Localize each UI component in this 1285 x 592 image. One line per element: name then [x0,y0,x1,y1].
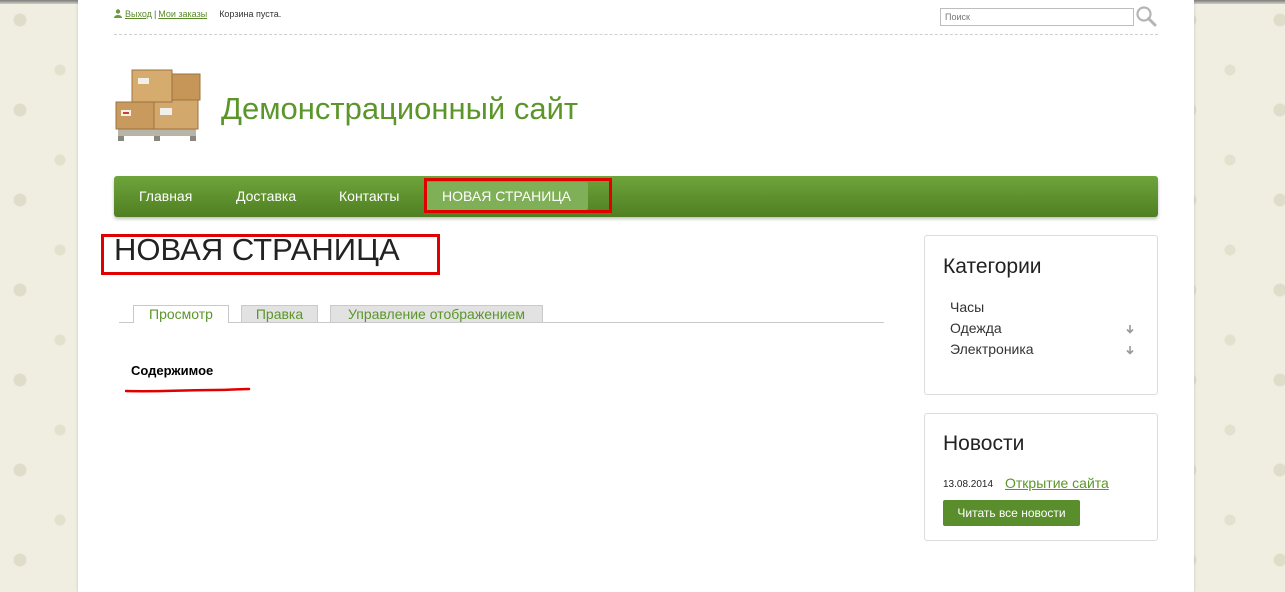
read-all-news-button[interactable]: Читать все новости [943,500,1080,526]
nav-item-contacts[interactable]: Контакты [339,176,399,217]
tab-manage-display[interactable]: Управление отображением [330,305,543,322]
category-item-electronics[interactable]: Электроника [950,341,1034,357]
category-item-watches[interactable]: Часы [950,299,984,315]
my-orders-link[interactable]: Мои заказы [158,9,207,19]
content-label: Содержимое [131,363,214,378]
nav-item-home[interactable]: Главная [139,176,192,217]
search-input[interactable] [940,8,1134,26]
header-divider [114,34,1158,35]
news-title: Новости [943,432,1025,455]
arrow-down-icon[interactable] [1125,345,1135,355]
arrow-down-icon[interactable] [1125,324,1135,334]
main-navigation: Главная Доставка Контакты НОВАЯ СТРАНИЦА [114,176,1158,217]
logout-link[interactable]: Выход [125,9,152,19]
userbar-separator: | [153,9,157,19]
user-icon [114,9,122,18]
news-block: Новости 13.08.2014 Открытие сайта Читать… [924,413,1158,541]
red-underline-annotation [125,387,251,393]
news-item-link[interactable]: Открытие сайта [1005,475,1109,491]
user-bar: Выход | Мои заказы Корзина пуста. [114,9,281,19]
search-icon[interactable] [1135,5,1157,27]
page-container: Выход|Мои заказы Корзина пуста. Демонстра… [78,0,1194,592]
categories-block: Категории Часы Одежда Электроника [924,235,1158,395]
highlight-box-title [101,234,440,275]
site-title[interactable]: Демонстрационный сайт [221,91,578,127]
categories-title: Категории [943,255,1042,278]
category-item-clothing[interactable]: Одежда [950,320,1002,336]
cart-status: Корзина пуста. [219,9,282,19]
nav-item-delivery[interactable]: Доставка [236,176,296,217]
boxes-logo-icon[interactable] [114,66,204,142]
tab-view[interactable]: Просмотр [133,305,229,323]
highlight-box-nav [424,178,612,213]
news-date: 13.08.2014 [943,479,994,490]
tab-edit[interactable]: Правка [241,305,318,322]
